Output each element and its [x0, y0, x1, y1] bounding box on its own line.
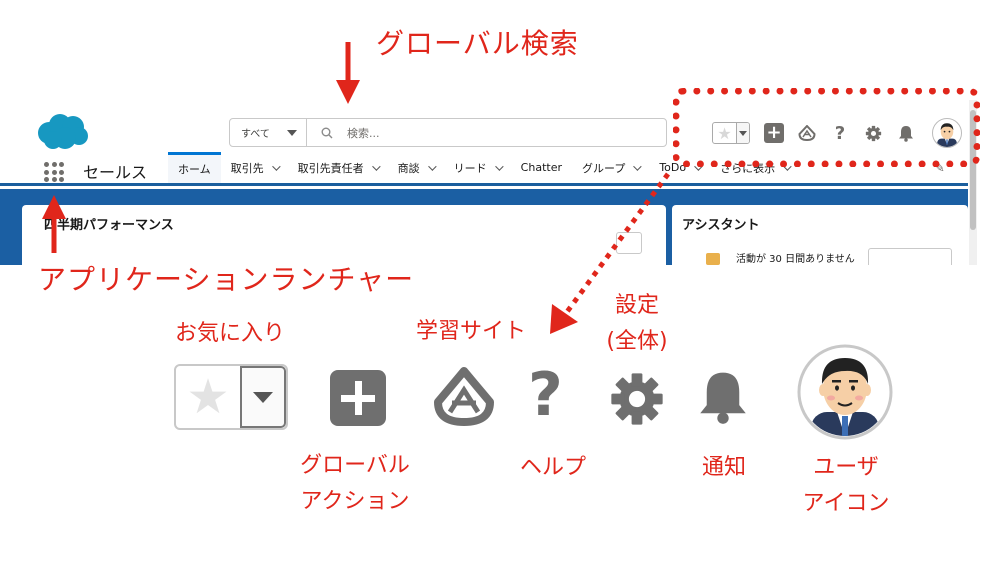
app-launcher-icon[interactable] [44, 162, 64, 182]
chevron-down-icon [240, 366, 286, 428]
help-icon: ? [528, 360, 563, 430]
chevron-down-icon[interactable] [371, 161, 381, 171]
search-icon [321, 127, 333, 138]
user-avatar-icon [797, 344, 893, 440]
search-scope-label: すべて [241, 129, 270, 140]
favorite-star-icon: ★ [186, 369, 230, 425]
label-settings: 設定 (全体) [606, 293, 668, 354]
global-search: すべて 検索... [229, 118, 667, 147]
chevron-down-icon[interactable] [494, 161, 504, 171]
label-app-launcher: アプリケーションランチャー [38, 263, 415, 296]
tab-contacts[interactable]: 取引先責任者 [288, 152, 388, 183]
chevron-down-icon [287, 129, 297, 136]
gear-icon [611, 373, 663, 425]
chevron-down-icon[interactable] [271, 161, 281, 171]
global-action-plus-icon [330, 370, 386, 426]
tab-opportunities[interactable]: 商談 [388, 152, 444, 183]
label-help: ヘルプ [519, 455, 586, 480]
label-global-action: グローバル アクション [300, 453, 410, 514]
search-scope-select[interactable]: すべて [230, 119, 307, 146]
arrow-down-icon [336, 42, 360, 104]
tab-accounts[interactable]: 取引先 [221, 152, 288, 183]
highlight-box [673, 88, 980, 167]
bell-icon [700, 372, 746, 424]
card-title: アシスタント [682, 218, 760, 233]
favorites-button-zoomed: ★ [174, 364, 288, 430]
label-favorites: お気に入り [174, 321, 285, 346]
tab-home[interactable]: ホーム [168, 152, 221, 183]
app-name: セールス [83, 163, 148, 182]
label-notification: 通知 [701, 455, 746, 480]
salesforce-cloud-icon[interactable] [35, 113, 89, 151]
assistant-card: アシスタント 活動が 30 日間ありません [672, 205, 968, 268]
trailhead-icon [434, 367, 494, 426]
label-user-icon: ユーザ アイコン [802, 455, 890, 516]
chevron-down-icon[interactable] [427, 161, 437, 171]
tab-leads[interactable]: リード [444, 152, 511, 183]
arrow-up-icon [42, 195, 66, 253]
label-learning-site: 学習サイト [415, 319, 526, 344]
label-global-search: グローバル検索 [376, 27, 579, 60]
activity-icon [706, 253, 720, 265]
search-input[interactable]: 検索... [307, 119, 666, 146]
search-placeholder: 検索... [347, 126, 380, 140]
assistant-activity-text: 活動が 30 日間ありません [736, 254, 855, 265]
